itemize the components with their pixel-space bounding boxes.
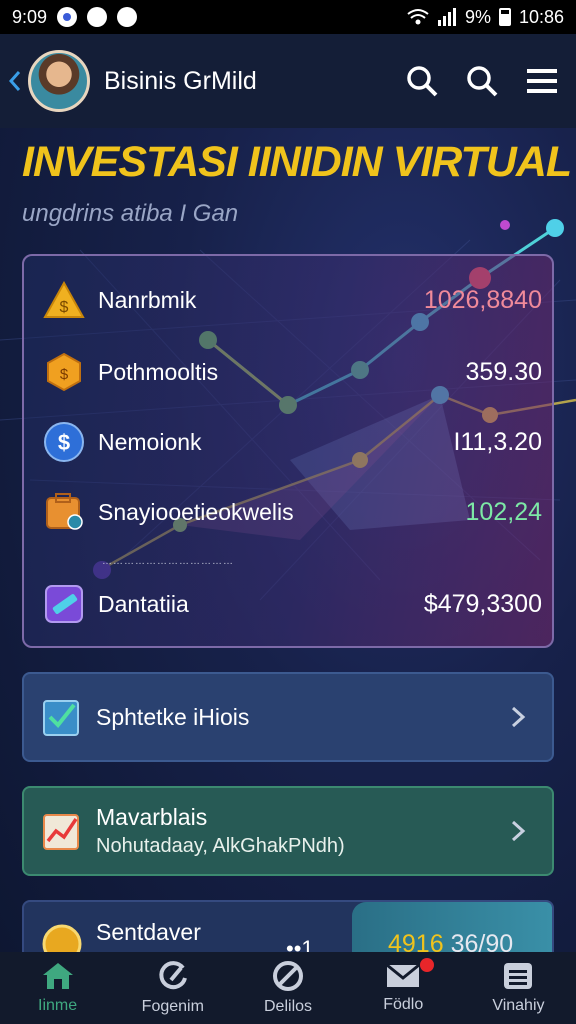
chevron-right-icon [511, 820, 526, 842]
purple-card-icon [42, 582, 86, 626]
wifi-icon [407, 9, 429, 25]
nav-item-explore[interactable]: Delilos [230, 952, 345, 1024]
dollar-coin-icon: $ [42, 420, 86, 464]
asset-row[interactable]: Snayiooetieokwelis 102,24 [42, 484, 542, 540]
gold-triangle-icon: $ [42, 278, 86, 322]
battery-percent: 9% [464, 6, 491, 27]
refresh-icon [159, 961, 187, 990]
battery-icon [498, 8, 511, 26]
asset-value: $479,3300 [423, 589, 542, 618]
nav-label: Vinahiy [492, 997, 545, 1014]
card-subtitle: Nohutadaay, AlkGhakPNdh) [96, 835, 345, 857]
notification-game-icon [117, 7, 138, 27]
nav-item-refresh[interactable]: Fogenim [115, 952, 230, 1024]
orange-hexagon-icon: $ [42, 350, 86, 394]
app-header: Bisinis GrMild [0, 34, 576, 128]
home-icon [42, 963, 73, 989]
status-bar: 9:09 9% 10:86 [0, 0, 576, 34]
briefcase-icon [42, 490, 86, 534]
asset-value: I11,3.20 [453, 427, 542, 456]
asset-name: Pothmooltis [98, 358, 219, 385]
nav-item-home[interactable]: Iinme [0, 952, 115, 1024]
search-button[interactable] [402, 61, 442, 101]
status-clock: 10:86 [518, 6, 564, 27]
avatar[interactable] [28, 50, 90, 112]
notification-badge [419, 958, 434, 972]
search-button-secondary[interactable] [462, 61, 502, 101]
asset-name: Nemoionk [98, 428, 202, 455]
compass-icon [273, 961, 303, 991]
nav-label: Födlo [383, 996, 424, 1013]
back-button[interactable] [6, 66, 24, 96]
asset-name: Nanrbmik [98, 286, 197, 313]
card-title: Sphtetke iHiois [96, 703, 250, 730]
page-title: INVESTASI IINIDIN VIRTUAL [22, 138, 572, 186]
nav-item-mail[interactable]: Födlo [346, 952, 461, 1024]
search-icon [467, 66, 498, 97]
notification-app-icon [57, 7, 78, 27]
asset-caption: ……………………………… [102, 556, 234, 567]
svg-text:$: $ [60, 366, 69, 383]
asset-name: Dantatiia [98, 590, 189, 617]
asset-row[interactable]: $ Nemoionk I11,3.20 [42, 414, 542, 470]
nav-item-list[interactable]: Vinahiy [461, 952, 576, 1024]
chevron-right-icon [511, 706, 526, 728]
chart-checklist-icon [43, 814, 79, 850]
page-subtitle: ungdrins atiba I Gan [22, 200, 239, 227]
status-time: 9:09 [12, 6, 48, 27]
svg-text:$: $ [60, 299, 69, 316]
market-card[interactable]: Mavarblais Nohutadaay, AlkGhakPNdh) [22, 786, 554, 876]
mail-icon [386, 963, 421, 987]
list-box-icon [504, 963, 533, 989]
card-title: Mavarblais [96, 804, 208, 830]
menu-button[interactable] [522, 61, 562, 101]
bottom-navigation: Iinme Fogenim Delilos Födlo Vinahiy [0, 952, 576, 1024]
signal-icon [437, 8, 456, 26]
chevron-left-icon [9, 71, 21, 91]
portfolio-card: $ Nanrbmik 1026,8840 $ Pothmooltis 359.3… [22, 254, 554, 648]
hamburger-menu-icon [527, 69, 557, 93]
asset-value: 1026,8840 [423, 285, 542, 314]
asset-value: 102,24 [465, 497, 542, 526]
card-title: Sentdaver [96, 918, 201, 945]
svg-text:$: $ [58, 430, 70, 455]
asset-value: 359.30 [465, 357, 542, 386]
wallet-card[interactable]: Sentdaver ••1 4916 36/90 [22, 900, 554, 960]
search-icon [407, 66, 438, 97]
asset-row[interactable]: $ Pothmooltis 359.30 [42, 344, 542, 400]
notification-chat-icon [87, 7, 108, 27]
nav-label: Delilos [264, 998, 313, 1015]
app-title: Bisinis GrMild [104, 66, 257, 95]
asset-row[interactable]: $ Nanrbmik 1026,8840 [42, 272, 542, 328]
nav-label: Fogenim [141, 998, 204, 1015]
settings-card[interactable]: Sphtetke iHiois [22, 672, 554, 762]
asset-name: Snayiooetieokwelis [98, 498, 294, 525]
asset-row[interactable]: Dantatiia $479,3300 [42, 576, 542, 632]
nav-label: Iinme [38, 997, 78, 1014]
checkbox-checked-icon [43, 700, 79, 736]
